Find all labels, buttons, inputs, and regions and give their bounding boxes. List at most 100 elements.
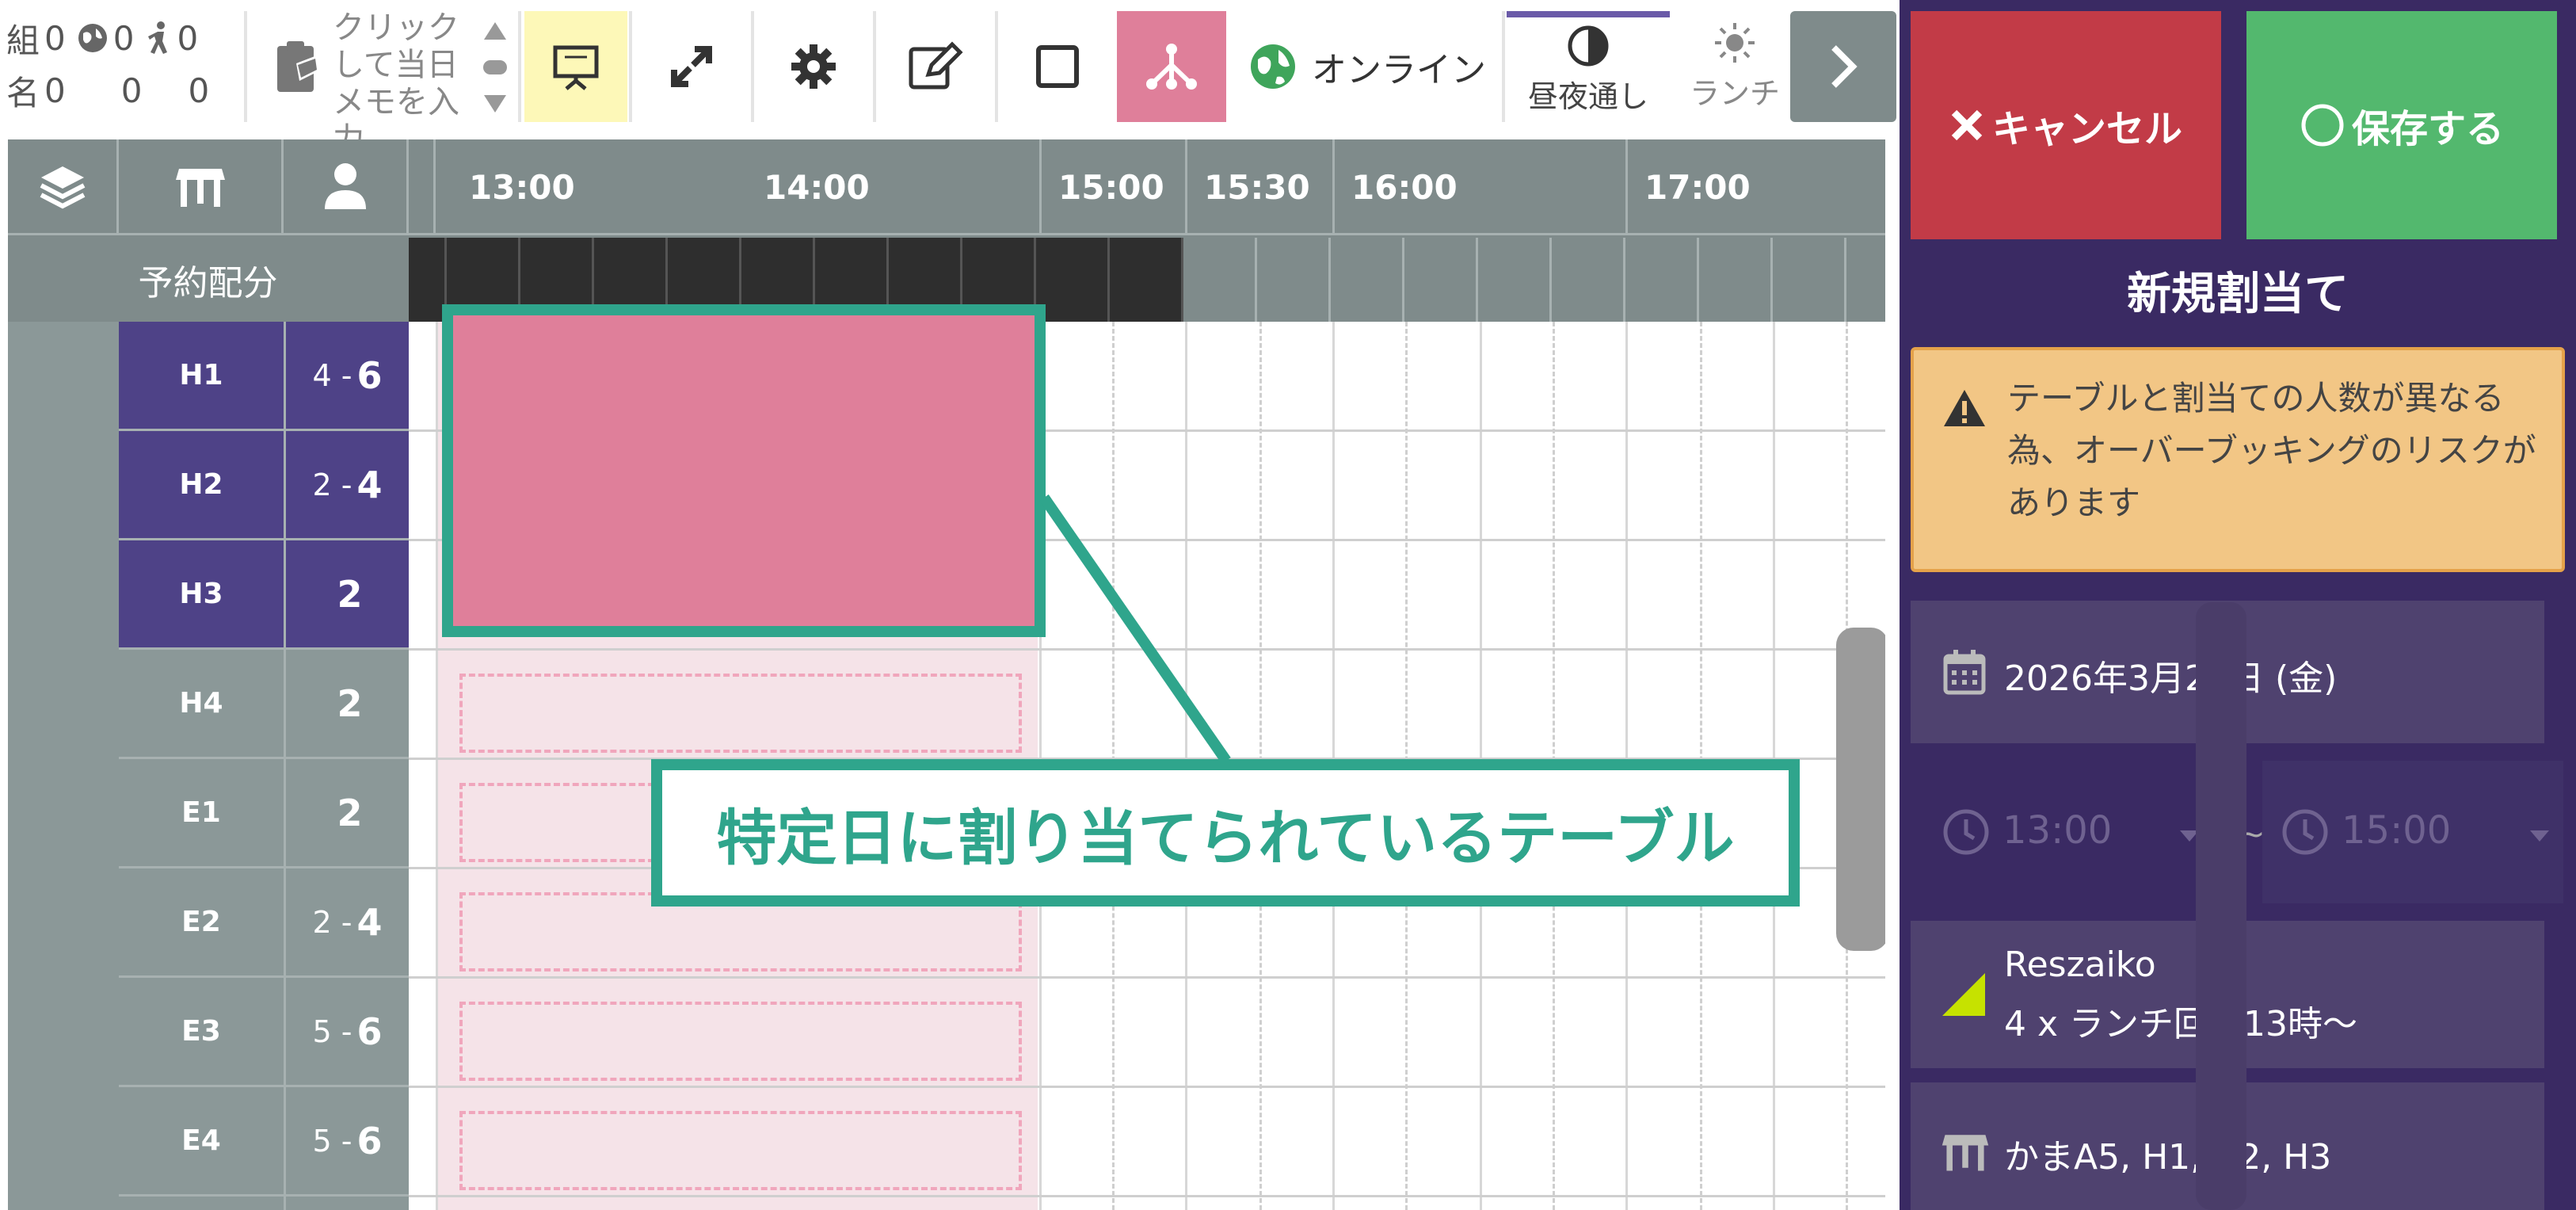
allocation-slot[interactable]: [1773, 238, 1846, 322]
table-capacity: 5 -6: [284, 978, 409, 1087]
allocation-slot[interactable]: [1699, 238, 1773, 322]
row-divider: [409, 648, 1885, 651]
cancel-label: キャンセル: [1991, 107, 2182, 151]
layers-button[interactable]: [8, 139, 119, 233]
lunch-label: ランチ: [1689, 75, 1780, 111]
reservation-allocation-label: 予約配分: [8, 235, 408, 324]
link-tables-button[interactable]: [1117, 11, 1226, 122]
cancel-button[interactable]: キャンセル: [1911, 11, 2221, 239]
toolbar-separator: [1502, 11, 1505, 122]
placeholder-slot[interactable]: [459, 674, 1022, 753]
square-icon: [1036, 45, 1079, 88]
globe-icon: [78, 24, 107, 52]
groups-label: 組: [6, 21, 40, 60]
time-label: 17:00: [1644, 168, 1751, 207]
gear-icon: [791, 44, 836, 89]
date-value: 2026年3月27日 (金): [2004, 658, 2338, 699]
capacity-range: 2 -: [312, 904, 352, 940]
table-name[interactable]: H4: [119, 650, 284, 759]
lunch-tab[interactable]: ランチ: [1676, 11, 1793, 122]
pencil-icon: [909, 41, 963, 90]
placeholder-slot[interactable]: [459, 1002, 1022, 1081]
walk-icon: [148, 21, 168, 54]
time-label: 14:00: [764, 168, 870, 207]
expand-button[interactable]: [634, 11, 749, 122]
table-name[interactable]: E1: [119, 759, 284, 868]
save-button[interactable]: 保存する: [2246, 11, 2557, 239]
toolbar-separator: [629, 11, 632, 122]
table-name[interactable]: E2: [119, 868, 284, 978]
memo-stepper-icon[interactable]: [482, 16, 509, 119]
annotation-callout: 特定日に割り当てられているテーブル: [651, 759, 1800, 907]
table-icon: [175, 169, 225, 207]
grid-scrollbar[interactable]: [1836, 628, 1885, 951]
table-mode-button[interactable]: [1000, 11, 1115, 122]
walk-groups-value: 0: [177, 18, 199, 58]
capacity-column-header[interactable]: [284, 139, 409, 233]
caret-down-icon: [2530, 830, 2549, 842]
capacity-range: 5 -: [312, 1013, 352, 1049]
web-groups-value: 0: [112, 18, 135, 58]
online-toggle[interactable]: オンライン: [1233, 11, 1502, 122]
table-capacity: 2: [284, 650, 409, 759]
person-icon: [324, 163, 366, 209]
placeholder-slot[interactable]: [459, 1111, 1022, 1190]
presentation-mode-button[interactable]: [524, 11, 627, 122]
allocation-slot[interactable]: [1183, 238, 1257, 322]
warning-text: テーブルと割当ての人数が異なる為、オーバーブッキングのリスクがあります: [2007, 379, 2536, 522]
end-time-value: 15:00: [2342, 808, 2452, 853]
start-time-value: 13:00: [2002, 808, 2113, 853]
end-time-field[interactable]: 15:00: [2262, 761, 2563, 903]
circle-icon: [2301, 104, 2344, 147]
new-assignment-block[interactable]: [442, 304, 1046, 637]
table-name[interactable]: H2: [119, 431, 284, 540]
walk-people-value: 0: [188, 71, 210, 110]
table-capacity: 2: [284, 540, 409, 650]
capacity-max: 2: [337, 791, 363, 834]
close-icon: [1951, 109, 1983, 141]
allocation-slot[interactable]: [1625, 238, 1699, 322]
allocation-slot[interactable]: [1257, 238, 1331, 322]
allocation-slot[interactable]: [1110, 238, 1183, 322]
toolbar-separator: [873, 11, 876, 122]
table-name[interactable]: H3: [119, 540, 284, 650]
groups-value: 0: [44, 18, 66, 58]
source-name: Reszaiko: [2004, 945, 2156, 985]
panel-scrollbar[interactable]: [2196, 602, 2246, 1210]
grid-header: 13:00 14:00 15:00 15:30 16:00 17:00: [8, 139, 1885, 233]
table-icon: [1942, 1135, 1989, 1171]
capacity-max: 4: [356, 463, 383, 506]
overbooking-warning: テーブルと割当ての人数が異なる為、オーバーブッキングのリスクがあります: [1911, 347, 2565, 572]
allocation-slot[interactable]: [409, 238, 447, 322]
table-name[interactable]: H1: [119, 322, 284, 431]
save-label: 保存する: [2351, 107, 2504, 151]
table-name[interactable]: E3: [119, 978, 284, 1087]
table-name-partial: [119, 1197, 284, 1210]
clipboard-icon: [277, 41, 318, 92]
day-night-tab[interactable]: 昼夜通し: [1507, 11, 1670, 122]
allocation-slot[interactable]: [1036, 238, 1110, 322]
toolbar-next-button[interactable]: [1790, 11, 1896, 122]
expand-icon: [671, 46, 712, 87]
chevron-right-icon: [1831, 45, 1858, 88]
table-column-header[interactable]: [119, 139, 284, 233]
grid-line: [436, 322, 438, 1210]
table-name[interactable]: E4: [119, 1087, 284, 1197]
day-memo-button[interactable]: クリックして当日メモを入力: [252, 10, 521, 158]
allocation-slot[interactable]: [1331, 238, 1404, 322]
half-circle-icon: [1568, 25, 1609, 66]
edit-button[interactable]: [878, 11, 993, 122]
capacity-max: 6: [356, 1010, 383, 1053]
clock-icon: [1943, 809, 1989, 855]
toolbar-separator: [751, 11, 754, 122]
people-label: 名: [6, 73, 40, 113]
allocation-slot[interactable]: [1404, 238, 1478, 322]
allocation-slot[interactable]: [1552, 238, 1625, 322]
settings-button[interactable]: [756, 11, 871, 122]
online-label: オンライン: [1312, 50, 1486, 90]
area-column: [8, 322, 119, 1210]
row-divider: [409, 976, 1885, 979]
table-capacity: 2 -4: [284, 868, 409, 978]
allocation-slot[interactable]: [1478, 238, 1552, 322]
day-night-label: 昼夜通し: [1527, 78, 1648, 114]
